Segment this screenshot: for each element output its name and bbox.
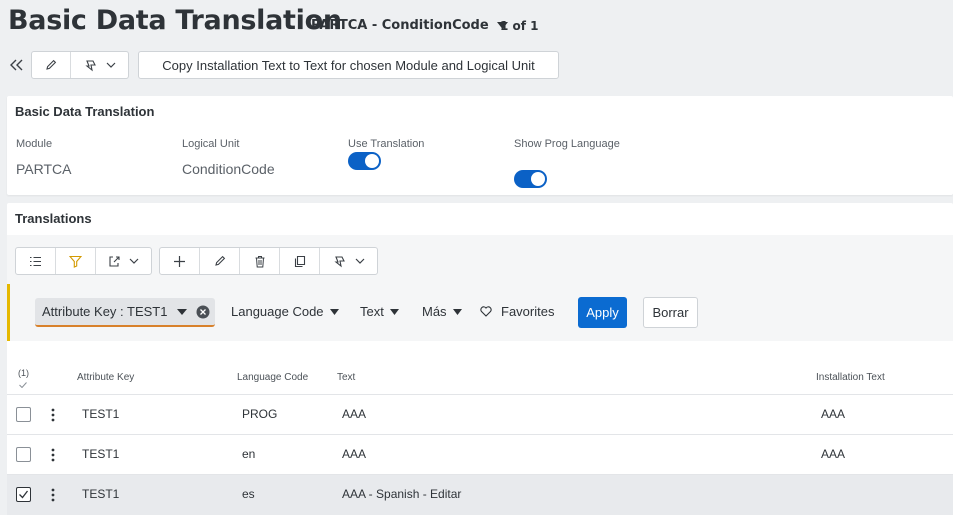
plus-icon (174, 255, 185, 267)
col-language-code[interactable]: Language Code (237, 372, 308, 383)
favorites-button[interactable]: Favorites (480, 304, 554, 319)
edit-button[interactable] (32, 52, 71, 78)
more-filters-label: Más (422, 304, 447, 319)
row-actions-button[interactable] (320, 248, 377, 274)
language-code-filter-label: Language Code (231, 304, 324, 319)
header-toolbar-group (31, 51, 129, 79)
cell-language-code: es (242, 487, 255, 501)
selected-count: (1) (18, 368, 29, 378)
chevron-down-icon (106, 62, 115, 68)
use-translation-label: Use Translation (348, 138, 425, 150)
record-selector-label: PARTCA - ConditionCode (311, 18, 489, 33)
filter-button[interactable] (56, 248, 96, 274)
cell-language-code: en (242, 447, 256, 461)
cell-installation-text: AAA (821, 447, 846, 461)
pencil-icon (214, 255, 225, 266)
kebab-menu-icon[interactable] (51, 488, 55, 502)
translations-panel-title: Translations (15, 211, 92, 226)
caret-down-icon (177, 308, 188, 315)
more-filters[interactable]: Más (422, 304, 462, 319)
actions-icon (84, 59, 96, 71)
chevron-down-icon (355, 258, 364, 264)
duplicate-icon (294, 255, 305, 267)
attribute-key-filter-chip[interactable]: Attribute Key : TEST1 (35, 298, 215, 327)
cell-text: AAA (342, 407, 367, 421)
duplicate-row-button[interactable] (280, 248, 320, 274)
col-text[interactable]: Text (337, 372, 355, 383)
cell-attribute-key: TEST1 (82, 447, 120, 461)
logical-unit-label: Logical Unit (182, 138, 240, 150)
text-filter[interactable]: Text (360, 304, 399, 319)
show-prog-language-label: Show Prog Language (514, 138, 620, 150)
record-count: 1 of 1 (500, 19, 539, 33)
row-checkbox[interactable] (16, 487, 31, 502)
table-row[interactable]: TEST1 es AAA - Spanish - Editar (7, 474, 953, 515)
list-view-group (15, 247, 152, 275)
apply-filter-button[interactable]: Apply (578, 297, 627, 328)
kebab-menu-icon[interactable] (51, 448, 55, 462)
module-value: PARTCA (16, 161, 72, 177)
table-row[interactable]: TEST1 PROG AAA AAA (7, 394, 953, 434)
cell-installation-text: AAA (821, 407, 846, 421)
col-installation-text[interactable]: Installation Text (816, 372, 885, 383)
add-row-button[interactable] (160, 248, 200, 274)
export-button[interactable] (96, 248, 151, 274)
use-translation-toggle[interactable] (348, 152, 381, 170)
record-selector[interactable]: PARTCA - ConditionCode (311, 18, 508, 33)
trash-icon (255, 255, 264, 267)
list-icon (30, 256, 41, 266)
cell-text: AAA (342, 447, 367, 461)
edit-row-button[interactable] (200, 248, 240, 274)
double-chevron-left-icon (9, 59, 22, 71)
cell-attribute-key: TEST1 (82, 487, 120, 501)
select-all-check-icon[interactable] (19, 382, 27, 388)
clear-filter-icon[interactable] (196, 305, 210, 319)
caret-down-icon (452, 308, 462, 315)
delete-row-button[interactable] (240, 248, 280, 274)
collapse-navigator-button[interactable] (8, 56, 24, 74)
row-checkbox[interactable] (16, 407, 31, 422)
kebab-menu-icon[interactable] (51, 408, 55, 422)
chevron-down-icon (129, 258, 139, 264)
language-code-filter[interactable]: Language Code (231, 304, 339, 319)
cell-text: AAA - Spanish - Editar (342, 487, 462, 501)
copy-installation-text-button[interactable]: Copy Installation Text to Text for chose… (138, 51, 559, 79)
heart-icon (480, 306, 492, 317)
cell-language-code: PROG (242, 407, 278, 421)
list-actions-group (159, 247, 378, 275)
page-title: Basic Data Translation (8, 5, 342, 36)
actions-button[interactable] (71, 52, 128, 78)
caret-down-icon (389, 308, 399, 315)
module-label: Module (16, 138, 53, 150)
funnel-icon (69, 255, 82, 268)
actions-icon (333, 255, 345, 267)
col-attribute-key[interactable]: Attribute Key (77, 372, 134, 383)
table-row[interactable]: TEST1 en AAA AAA (7, 434, 953, 474)
favorites-label: Favorites (501, 304, 555, 319)
table-header (7, 341, 953, 394)
show-prog-language-toggle[interactable] (514, 170, 547, 188)
text-filter-label: Text (360, 304, 384, 319)
basic-panel-title: Basic Data Translation (15, 104, 155, 119)
pencil-icon (46, 59, 57, 70)
cell-attribute-key: TEST1 (82, 407, 120, 421)
caret-down-icon (329, 308, 339, 315)
row-checkbox[interactable] (16, 447, 31, 462)
list-details-button[interactable] (16, 248, 56, 274)
clear-filters-button[interactable]: Borrar (643, 297, 698, 328)
logical-unit-value: ConditionCode (182, 161, 275, 177)
checkmark-icon (19, 490, 29, 499)
filter-chip-label: Attribute Key : TEST1 (42, 304, 168, 319)
export-icon (109, 256, 120, 267)
